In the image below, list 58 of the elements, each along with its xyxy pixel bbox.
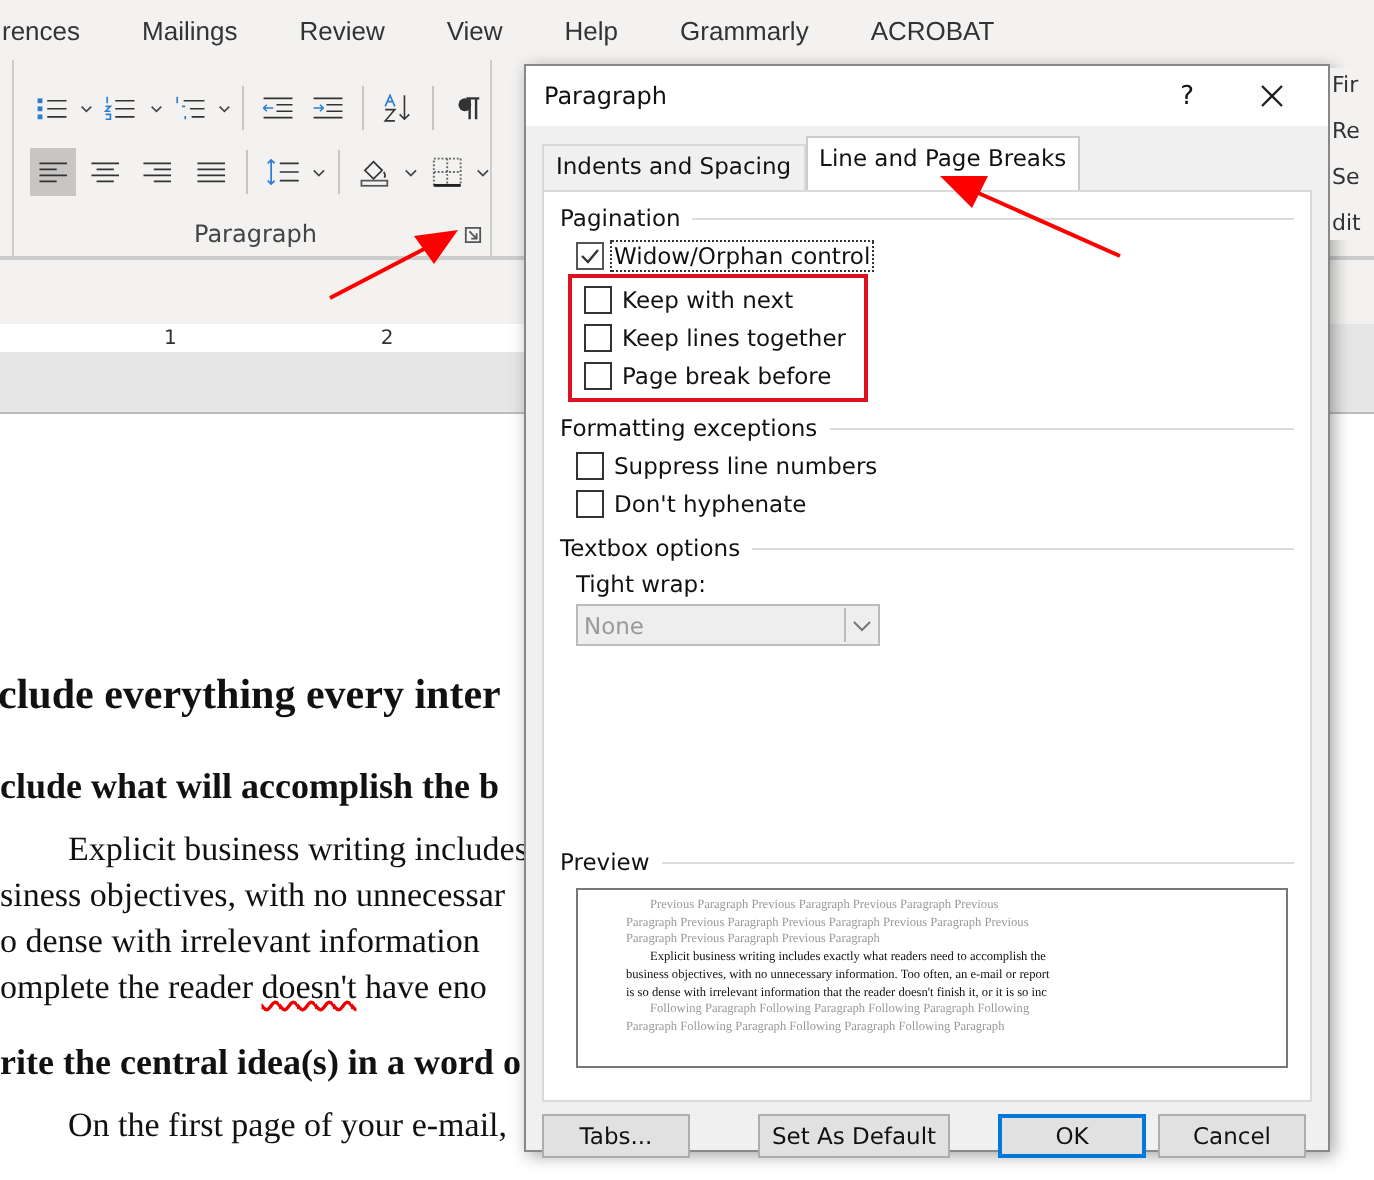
- ribbon-tab[interactable]: Mailings: [142, 15, 238, 45]
- annotation-arrow: [329, 230, 458, 300]
- checkbox-label[interactable]: Don't hyphenate: [612, 489, 809, 517]
- pane-label: Re: [1332, 116, 1362, 148]
- ribbon-tab[interactable]: View: [446, 15, 503, 45]
- dialog-button[interactable]: Cancel: [1158, 1114, 1306, 1158]
- help-button[interactable]: ?: [1180, 81, 1194, 111]
- caret-icon[interactable]: [217, 103, 231, 113]
- align-left-icon[interactable]: [30, 148, 77, 196]
- section-heading: Preview: [560, 848, 650, 876]
- dialog-button[interactable]: OK: [998, 1114, 1146, 1158]
- caret-icon[interactable]: [312, 167, 326, 177]
- checkbox-label[interactable]: Page break before: [620, 361, 834, 389]
- body-text-line: Explicit business writing includes: [68, 830, 528, 872]
- body-text-line: siness objectives, with no unnecessar: [0, 876, 506, 918]
- document-subheading: rite the central idea(s) in a word o: [0, 1042, 521, 1086]
- dialog-button[interactable]: Tabs...: [542, 1114, 690, 1158]
- ribbon-tab[interactable]: Help: [564, 15, 619, 45]
- dialog-launcher-icon[interactable]: [464, 225, 482, 243]
- body-text-line: o dense with irrelevant information: [0, 922, 480, 964]
- ribbon-tab[interactable]: Grammarly: [680, 15, 809, 45]
- pane-label: dit: [1332, 208, 1363, 240]
- checkbox[interactable]: [576, 451, 604, 479]
- caret-icon: [852, 619, 872, 631]
- section-heading: Pagination: [560, 204, 681, 232]
- document-subheading: clude what will accomplish the b: [0, 766, 500, 810]
- ribbon-tab[interactable]: Review: [299, 15, 385, 45]
- caret-icon[interactable]: [404, 167, 418, 177]
- ruler-number: 1: [164, 327, 177, 349]
- section-heading: Textbox options: [560, 534, 741, 562]
- checkbox[interactable]: [576, 241, 604, 269]
- checkbox[interactable]: [576, 489, 604, 517]
- dialog-title: Paragraph: [544, 82, 669, 110]
- dialog-tab[interactable]: Line and Page Breaks: [805, 136, 1081, 190]
- group-label: Paragraph: [194, 220, 317, 248]
- checkbox-label[interactable]: Widow/Orphan control: [612, 241, 873, 269]
- body-text-line: omplete the reader doesn't have eno: [0, 968, 487, 1010]
- checkbox-label[interactable]: Keep with next: [620, 285, 796, 313]
- pane-label: Fir: [1332, 70, 1361, 102]
- caret-icon[interactable]: [80, 103, 93, 113]
- body-text-line: On the first page of your e-mail,: [68, 1106, 508, 1148]
- pane-label: Se: [1332, 162, 1362, 194]
- dialog-tab[interactable]: Indents and Spacing: [542, 144, 806, 190]
- ruler-number: 2: [380, 327, 394, 349]
- dialog-button[interactable]: Set As Default: [758, 1114, 950, 1158]
- checkbox-label[interactable]: Suppress line numbers: [612, 451, 880, 479]
- section-heading: Formatting exceptions: [560, 414, 818, 442]
- ribbon-tab[interactable]: ACROBAT: [870, 15, 995, 45]
- dropdown-label: Tight wrap:: [576, 570, 708, 598]
- checkbox-label[interactable]: Keep lines together: [620, 323, 848, 351]
- caret-icon[interactable]: [149, 103, 162, 113]
- caret-icon[interactable]: [476, 167, 491, 177]
- checkbox[interactable]: [584, 285, 612, 313]
- ribbon-tab[interactable]: rences: [2, 15, 81, 45]
- checkbox[interactable]: [584, 323, 612, 351]
- document-heading: clude everything every inter: [0, 670, 501, 722]
- close-icon[interactable]: [1260, 84, 1284, 108]
- checkbox[interactable]: [584, 361, 612, 389]
